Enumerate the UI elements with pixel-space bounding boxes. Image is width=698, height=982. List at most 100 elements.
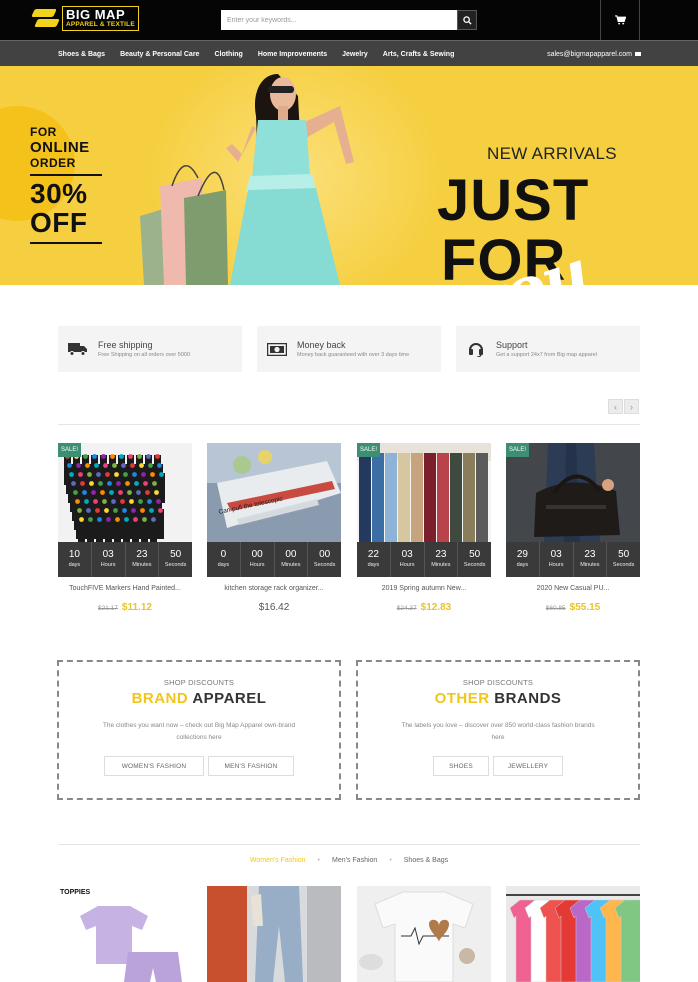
feature-desc: Money back guaranteed with over 3 days t… bbox=[297, 351, 410, 358]
search-input[interactable] bbox=[221, 10, 457, 30]
headset-icon bbox=[469, 343, 483, 357]
countdown-unit: Seconds bbox=[164, 562, 187, 568]
product-image-toppies[interactable]: TOPPIES bbox=[58, 886, 192, 982]
product-image-tshirt[interactable] bbox=[357, 886, 491, 982]
cart-icon bbox=[614, 15, 626, 25]
countdown-unit: days bbox=[367, 562, 380, 568]
nav-item-beauty[interactable]: Beauty & Personal Care bbox=[120, 51, 199, 58]
sale-badge: SALE! bbox=[506, 443, 530, 457]
other-brands-promo: SHOP DISCOUNTS OTHER BRANDS The labels y… bbox=[356, 660, 640, 800]
countdown-seconds: 50 bbox=[618, 549, 630, 560]
countdown-unit: Minutes bbox=[580, 562, 600, 568]
product-image[interactable]: Can pull the telescopic bbox=[207, 443, 341, 542]
promo-description: The labels you love – discover over 850 … bbox=[401, 722, 595, 741]
site-logo[interactable]: BIG MAP APPAREL & TEXTILE bbox=[31, 5, 139, 32]
feature-free-shipping: Free shipping Free Shipping on all order… bbox=[58, 326, 242, 372]
old-price: $21.17 bbox=[98, 605, 118, 612]
top-bar: BIG MAP APPAREL & TEXTILE bbox=[0, 0, 698, 40]
search-icon bbox=[462, 15, 472, 25]
cart-button[interactable] bbox=[600, 0, 640, 40]
countdown-days: 22 bbox=[367, 549, 379, 560]
old-price: $24.37 bbox=[396, 605, 417, 612]
mens-fashion-button[interactable]: MEN'S FASHION bbox=[208, 756, 294, 776]
product-image[interactable]: SALE! bbox=[357, 443, 491, 542]
countdown-hours: 03 bbox=[401, 549, 413, 560]
product-image-jeans[interactable] bbox=[207, 886, 341, 982]
nav-item-jewelry[interactable]: Jewelry bbox=[342, 51, 368, 58]
promo-description: The clothes you want now – check out Big… bbox=[102, 722, 296, 741]
promo-kicker: SHOP DISCOUNTS bbox=[462, 678, 534, 687]
logo-title: BIG MAP bbox=[66, 6, 126, 22]
countdown-seconds: 50 bbox=[469, 549, 481, 560]
carousel-next-button[interactable]: › bbox=[624, 399, 639, 414]
product-name[interactable]: 2020 New Casual PU... bbox=[506, 585, 640, 592]
product-card[interactable]: Can pull the telescopic 0 days 00 Hours 00… bbox=[207, 443, 341, 615]
product-name[interactable]: TouchFIVE Markers Hand Painted... bbox=[58, 585, 192, 592]
truck-icon bbox=[68, 343, 87, 356]
markers-image bbox=[58, 443, 192, 542]
promo-heading: OTHER BRANDS bbox=[358, 690, 638, 707]
countdown-unit: Minutes bbox=[281, 562, 301, 568]
countdown-unit: Seconds bbox=[612, 562, 635, 568]
jewellery-button[interactable]: JEWELLERY bbox=[493, 756, 563, 776]
countdown-minutes: 23 bbox=[435, 549, 447, 560]
shirts-rack-image bbox=[506, 886, 640, 982]
sale-badge: SALE! bbox=[58, 443, 82, 457]
tab-shoes-bags[interactable]: Shoes & Bags bbox=[404, 857, 448, 864]
product-price: $60.85 $55.15 bbox=[506, 597, 640, 615]
feature-desc: Free Shipping on all orders over 5000 bbox=[98, 351, 191, 358]
countdown-timer: 29 days 03 Hours 23 Minutes 50 Seconds bbox=[506, 542, 640, 577]
nav-item-arts-crafts[interactable]: Arts, Crafts & Sewing bbox=[383, 51, 455, 58]
envelope-icon bbox=[635, 52, 641, 56]
countdown-unit: Seconds bbox=[313, 562, 336, 568]
promo-line-1: FOR bbox=[30, 125, 57, 139]
tab-womens-fashion[interactable]: Women's Fashion bbox=[250, 857, 306, 864]
product-image[interactable]: SALE! bbox=[58, 443, 192, 542]
product-price: $21.17 $11.12 bbox=[58, 597, 192, 615]
nav-item-shoes-bags[interactable]: Shoes & Bags bbox=[58, 51, 105, 58]
sale-price: $55.15 bbox=[569, 602, 601, 613]
hero-just: JUST bbox=[437, 168, 590, 233]
countdown-unit: Seconds bbox=[463, 562, 486, 568]
countdown-unit: days bbox=[516, 562, 529, 568]
feature-money-back: Money back Money back guaranteed with ov… bbox=[257, 326, 441, 372]
product-name[interactable]: 2019 Spring autumn New... bbox=[357, 585, 491, 592]
countdown-hours: 03 bbox=[102, 549, 114, 560]
tshirt-image bbox=[357, 886, 491, 982]
sale-badge: SALE! bbox=[357, 443, 381, 457]
womens-fashion-button[interactable]: WOMEN'S FASHION bbox=[104, 756, 204, 776]
nav-item-clothing[interactable]: Clothing bbox=[214, 51, 242, 58]
shoes-button[interactable]: SHOES bbox=[433, 756, 489, 776]
countdown-unit: Minutes bbox=[431, 562, 451, 568]
product-name[interactable]: kitchen storage rack organizer... bbox=[207, 585, 341, 592]
product-card[interactable]: SALE! 10 days 03 Hours 23 Minutes 50 Seconds… bbox=[58, 443, 192, 615]
brand-apparel-promo: SHOP DISCOUNTS BRAND APPAREL The clothes… bbox=[57, 660, 341, 800]
countdown-unit: Hours bbox=[100, 562, 116, 568]
feature-desc: Get a support 24x7 from Big map apparel bbox=[496, 351, 597, 358]
tab-mens-fashion[interactable]: Men's Fashion bbox=[332, 857, 377, 864]
lilac-set-image: TOPPIES bbox=[58, 886, 192, 982]
carousel-arrows: ‹ › bbox=[608, 399, 640, 414]
carousel-prev-button[interactable]: ‹ bbox=[608, 399, 623, 414]
money-icon bbox=[267, 342, 287, 356]
contact-email-link[interactable]: sales@bigmapapparel.com bbox=[547, 41, 641, 67]
new-arrivals-label: NEW ARRIVALS bbox=[487, 144, 617, 163]
search-button[interactable] bbox=[457, 10, 477, 30]
promo-heading-highlight: OTHER bbox=[434, 690, 490, 707]
promo-percent: 30% bbox=[30, 178, 88, 209]
nav-item-home-improvements[interactable]: Home Improvements bbox=[258, 51, 327, 58]
rack-image: Can pull the telescopic bbox=[207, 443, 341, 542]
search-bar bbox=[221, 10, 477, 30]
feature-support: Support Get a support 24x7 from Big map … bbox=[456, 326, 640, 372]
countdown-unit: Hours bbox=[399, 562, 415, 568]
product-image-shirts-rack[interactable] bbox=[506, 886, 640, 982]
countdown-unit: days bbox=[217, 562, 230, 568]
hero-banner[interactable]: FOR ONLINE ORDER 30% OFF NEW ARRIVALS JU… bbox=[0, 66, 698, 285]
section-divider bbox=[58, 844, 640, 845]
product-image[interactable]: SALE! bbox=[506, 443, 640, 542]
product-card[interactable]: SALE! 29 days 03 Hours 23 Minutes 50 Seconds… bbox=[506, 443, 640, 615]
category-tabs: Women's Fashion • Men's Fashion • Shoes … bbox=[249, 857, 449, 864]
product-card[interactable]: SALE! 22 days 03 Hours 23 Minutes 50 Seconds… bbox=[357, 443, 491, 615]
promo-off: OFF bbox=[30, 207, 88, 238]
section-divider bbox=[58, 424, 640, 425]
